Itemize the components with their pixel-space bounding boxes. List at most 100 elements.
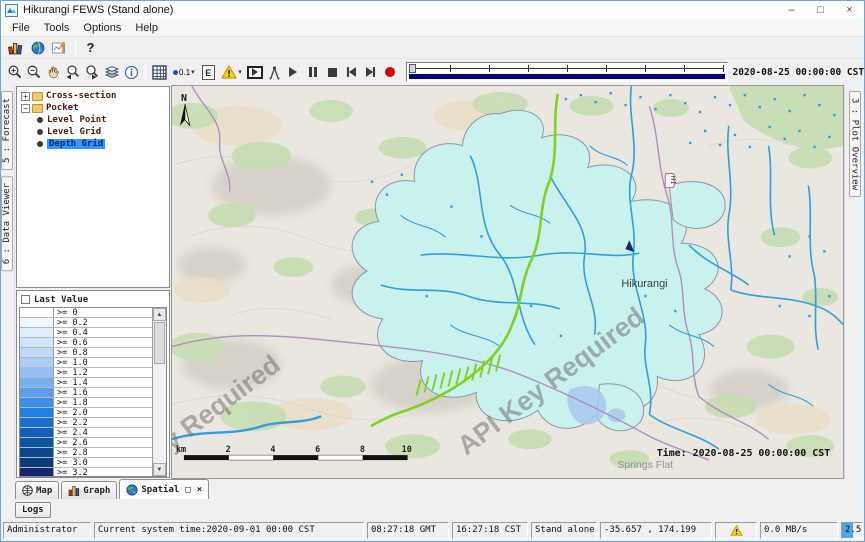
tree-item-pocket[interactable]: − Pocket <box>19 102 169 114</box>
legend-row-label: >= 1.6 <box>54 388 152 397</box>
info-icon[interactable] <box>122 62 140 82</box>
highway-marker: H1 <box>665 174 676 188</box>
tab-forecast[interactable]: 5 : Forecast <box>1 91 13 170</box>
expand-icon[interactable]: + <box>21 92 30 101</box>
legend-row: >= 3.2 <box>20 468 152 476</box>
town-label: Hikurangi <box>621 278 667 290</box>
left-panel: + Cross-section − Pocket Level Point Lev… <box>15 85 171 479</box>
window-title: Hikurangi FEWS (Stand alone) <box>23 4 173 16</box>
thresholds-dropdown[interactable]: ▾ <box>218 62 244 82</box>
legend-color-swatch <box>20 338 54 347</box>
legend-row: >= 0.4 <box>20 328 152 338</box>
status-user: Administrator <box>3 522 91 539</box>
north-label: N <box>181 93 187 104</box>
pause-button[interactable] <box>304 62 322 82</box>
tree-item-level-point[interactable]: Level Point <box>19 114 169 126</box>
database-display-icon[interactable] <box>5 38 26 58</box>
legend-row: >= 1.0 <box>20 358 152 368</box>
status-memory: 2.5 GB <box>841 522 863 539</box>
zoom-out-icon[interactable] <box>25 62 43 82</box>
menu-file[interactable]: File <box>5 21 37 35</box>
panel-close-icon[interactable]: × <box>197 485 202 495</box>
maximize-button[interactable]: □ <box>806 1 835 19</box>
animation-movie-icon[interactable] <box>246 62 264 82</box>
timeseries-display-icon[interactable] <box>49 38 70 58</box>
step-back-button[interactable] <box>342 62 360 82</box>
status-coordinates: -35.657 , 174.199 <box>600 522 712 539</box>
point-size-dropdown[interactable]: 0.1 ▾ <box>170 62 198 82</box>
tab-data-viewer[interactable]: 6 : Data Viewer <box>1 176 13 271</box>
legend-row-label: >= 3.2 <box>54 468 152 476</box>
spatial-map[interactable]: H1 API Key Required API Key Required Hik… <box>171 85 844 479</box>
zoom-in-icon[interactable] <box>6 62 24 82</box>
point-size-value: 0.1 <box>179 68 190 77</box>
scrollbar-thumb[interactable] <box>154 322 165 364</box>
legend-scrollbar[interactable]: ▲ ▼ <box>152 308 166 476</box>
title-bar: Hikurangi FEWS (Stand alone) – □ × <box>1 1 864 19</box>
time-slider-thumb[interactable] <box>409 64 416 73</box>
help-icon[interactable]: ? <box>80 38 101 58</box>
tab-plot-overview[interactable]: 3 : Plot Overview <box>849 91 861 197</box>
legend-row-label: >= 3.0 <box>54 458 152 467</box>
tree-item-depth-grid[interactable]: Depth Grid <box>19 138 169 150</box>
bar-chart-icon <box>68 485 80 496</box>
step-forward-button[interactable] <box>362 62 380 82</box>
point-dot-icon <box>173 70 178 75</box>
close-button[interactable]: × <box>835 1 864 19</box>
app-logo-icon <box>5 4 18 17</box>
legend-row: >= 1.2 <box>20 368 152 378</box>
time-slider[interactable] <box>406 62 727 82</box>
collapse-icon[interactable]: − <box>21 104 30 113</box>
legend-row-label: >= 0.2 <box>54 318 152 327</box>
legend-row-label: >= 2.8 <box>54 448 152 457</box>
zoom-next-icon[interactable] <box>83 62 101 82</box>
legend-color-swatch <box>20 388 54 397</box>
main-area: 5 : Forecast 6 : Data Viewer + Cross-sec… <box>1 85 864 479</box>
menu-help[interactable]: Help <box>128 21 165 35</box>
tab-graph[interactable]: Graph <box>61 481 117 499</box>
legend-color-swatch <box>20 468 54 476</box>
layers-icon[interactable] <box>103 62 121 82</box>
longitudinal-profile-icon[interactable]: E <box>199 62 217 82</box>
tab-spatial[interactable]: Spatial □ × <box>119 479 209 499</box>
folder-icon <box>32 92 43 101</box>
map-toolbar: 0.1 ▾ E ▾ 2020-08-25 00:00:00 CST <box>1 59 864 85</box>
node-bullet-icon <box>37 117 43 123</box>
tree-item-level-grid[interactable]: Level Grid <box>19 126 169 138</box>
legend-row: >= 2.0 <box>20 408 152 418</box>
legend-row-label: >= 1.0 <box>54 358 152 367</box>
legend-color-swatch <box>20 368 54 377</box>
legend-row: >= 2.2 <box>20 418 152 428</box>
legend-panel: Last Value >= 0 >= 0.2 <box>16 290 170 478</box>
legend-row: >= 3.0 <box>20 458 152 468</box>
scroll-up-icon[interactable]: ▲ <box>153 308 166 321</box>
status-warning[interactable] <box>715 522 757 539</box>
minimize-button[interactable]: – <box>777 1 806 19</box>
toolbar-separator <box>75 40 76 56</box>
scroll-down-icon[interactable]: ▼ <box>153 463 166 476</box>
last-value-label: Last Value <box>34 295 88 305</box>
last-value-checkbox[interactable] <box>21 295 30 304</box>
stop-button[interactable] <box>323 62 341 82</box>
tree-item-cross-section[interactable]: + Cross-section <box>19 90 169 102</box>
panel-maximize-icon[interactable]: □ <box>185 485 190 495</box>
play-button[interactable] <box>284 62 302 82</box>
menu-tools[interactable]: Tools <box>37 21 77 35</box>
tab-map[interactable]: Map <box>15 481 59 499</box>
map-time-label: Time: 2020-08-25 00:00:00 CST <box>657 447 830 459</box>
record-button[interactable] <box>381 62 399 82</box>
legend-row: >= 0.6 <box>20 338 152 348</box>
pan-hand-icon[interactable] <box>45 62 63 82</box>
measure-tool-icon[interactable] <box>265 62 283 82</box>
map-display-icon[interactable] <box>27 38 48 58</box>
bottom-tab-bar: Map Graph Spatial □ × <box>1 479 864 499</box>
grid-display-icon[interactable] <box>150 62 168 82</box>
menu-options[interactable]: Options <box>76 21 128 35</box>
legend-color-swatch <box>20 448 54 457</box>
zoom-previous-icon[interactable] <box>64 62 82 82</box>
status-local-time: 16:27:18 CST <box>452 522 528 539</box>
legend-row: >= 2.4 <box>20 428 152 438</box>
logs-button[interactable]: Logs <box>15 502 51 518</box>
legend-row: >= 0.2 <box>20 318 152 328</box>
node-bullet-icon <box>37 141 43 147</box>
